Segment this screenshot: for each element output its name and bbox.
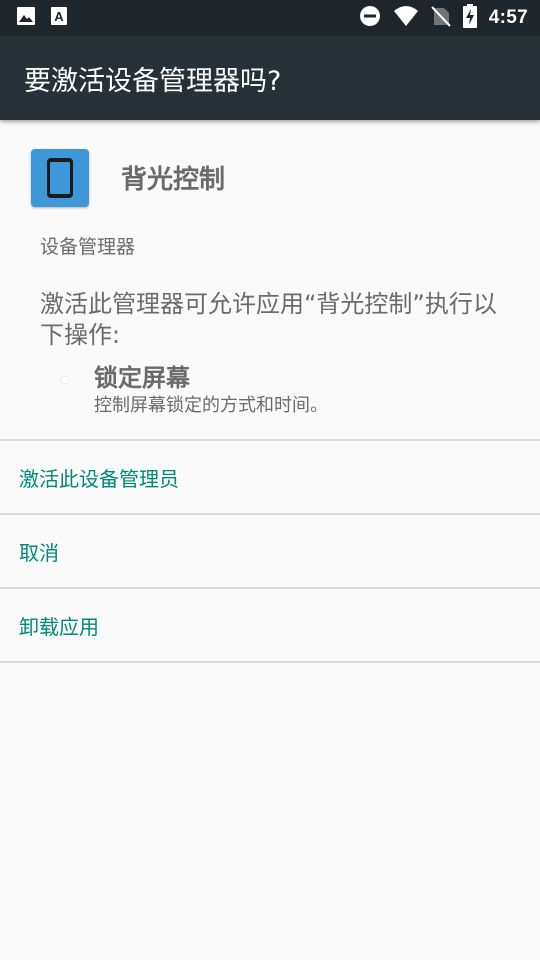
wifi-icon	[393, 5, 419, 31]
uninstall-button[interactable]: 卸载应用	[0, 589, 540, 661]
app-bar: 要激活设备管理器吗?	[0, 36, 540, 120]
battery-charging-icon	[462, 4, 477, 32]
svg-text:A: A	[54, 9, 64, 24]
cancel-button[interactable]: 取消	[0, 515, 540, 587]
status-bar-right: 4:57	[347, 4, 528, 32]
policy-description: 控制屏幕锁定的方式和时间。	[94, 395, 328, 416]
text-a-icon: A	[50, 6, 68, 30]
app-header: 背光控制	[0, 120, 540, 235]
status-bar-left: A	[16, 6, 82, 30]
bullet-icon	[62, 377, 68, 383]
policy-item: 锁定屏幕 控制屏幕锁定的方式和时间。	[0, 363, 540, 439]
no-sim-icon	[431, 5, 451, 31]
page-title: 要激活设备管理器吗?	[24, 65, 282, 97]
divider	[0, 661, 540, 663]
app-name: 背光控制	[121, 165, 226, 195]
content: 背光控制 设备管理器 激活此管理器可允许应用“背光控制”执行以下操作: 锁定屏幕…	[0, 120, 540, 663]
description: 激活此管理器可允许应用“背光控制”执行以下操作:	[40, 290, 497, 349]
dnd-icon	[359, 5, 381, 31]
status-bar: A 4:57	[0, 0, 540, 36]
section-label: 设备管理器	[40, 236, 136, 258]
app-icon	[31, 148, 89, 207]
activate-button[interactable]: 激活此设备管理员	[0, 441, 540, 513]
policy-title: 锁定屏幕	[94, 364, 190, 392]
image-icon	[16, 6, 36, 30]
phone-icon	[47, 157, 73, 198]
status-time: 4:57	[488, 7, 528, 28]
